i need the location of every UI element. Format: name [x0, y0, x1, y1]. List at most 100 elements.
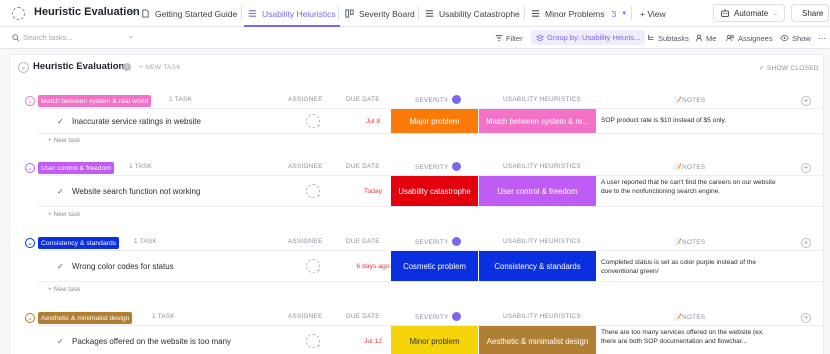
col-due-date[interactable]: DUE DATE: [346, 238, 380, 245]
new-task-button[interactable]: + NEW TASK: [139, 64, 181, 71]
dropdown-icon[interactable]: [451, 162, 461, 171]
check-icon[interactable]: ✓: [57, 337, 64, 346]
col-notes[interactable]: 📝NOTES: [674, 313, 705, 321]
task-name[interactable]: Packages offered on the website is too m…: [72, 337, 231, 346]
show-label: Show: [792, 33, 811, 43]
notes-icon: 📝: [674, 239, 683, 246]
tab-usability-catastrophe[interactable]: Usability Catastrophe: [425, 0, 520, 27]
check-icon[interactable]: ✓: [57, 187, 64, 196]
more-options-icon[interactable]: ⋯: [818, 27, 826, 49]
tab-label: Minor Problems: [545, 8, 605, 19]
notes-cell[interactable]: SOP product rate is $10 instead of $5 on…: [601, 116, 776, 125]
notes-cell[interactable]: Completed status is set as color purple …: [601, 258, 776, 276]
group-by-button[interactable]: Group by: Usability Heuris...: [531, 30, 646, 45]
col-severity[interactable]: SEVERITY: [415, 312, 461, 322]
col-usability-heuristics[interactable]: USABILITY HEURISTICS: [503, 313, 581, 320]
severity-cell[interactable]: Cosmetic problem: [391, 251, 478, 281]
more-icon[interactable]: •••: [127, 7, 135, 16]
add-task-button[interactable]: + New task: [48, 286, 80, 293]
table-row[interactable]: ✓ Inaccurate service ratings in website …: [38, 108, 825, 134]
automate-button[interactable]: Automate ⌄: [713, 4, 785, 22]
show-button[interactable]: Show: [780, 27, 811, 49]
table-row[interactable]: ✓ Website search function not working To…: [38, 175, 825, 207]
col-notes[interactable]: 📝NOTES: [674, 163, 705, 171]
col-assignee[interactable]: ASSIGNEE: [288, 238, 323, 245]
usability-heuristics-cell[interactable]: Consistency & standards: [479, 251, 596, 281]
col-severity[interactable]: SEVERITY: [415, 162, 461, 172]
collapse-group-icon[interactable]: ⌄: [25, 96, 35, 106]
task-name[interactable]: Inaccurate service ratings in website: [72, 117, 201, 126]
assignee-avatar[interactable]: [306, 259, 322, 275]
me-button[interactable]: Me: [695, 27, 716, 49]
usability-heuristics-cell[interactable]: Match between system & re...: [479, 109, 596, 133]
add-column-icon[interactable]: +: [801, 96, 811, 106]
add-column-icon[interactable]: +: [801, 163, 811, 173]
filter-button[interactable]: Filter: [495, 27, 523, 49]
tab-usability-heuristics[interactable]: Usability Heiuristics: [244, 0, 340, 27]
assignee-avatar[interactable]: [306, 114, 322, 130]
col-severity[interactable]: SEVERITY: [415, 95, 461, 105]
col-severity[interactable]: SEVERITY: [415, 237, 461, 247]
assignees-button[interactable]: Assignees: [726, 27, 773, 49]
page-title[interactable]: Heuristic Evaluation: [34, 6, 140, 18]
col-due-date[interactable]: DUE DATE: [346, 313, 380, 320]
filter-icon: [495, 35, 503, 41]
group-label[interactable]: User control & freedom: [38, 162, 114, 174]
group-count: 1 TASK: [152, 313, 175, 320]
assignee-avatar[interactable]: [306, 334, 322, 350]
table-row[interactable]: ✓ Packages offered on the website is too…: [38, 325, 825, 354]
collapse-group-icon[interactable]: ⌄: [25, 238, 35, 248]
group-label[interactable]: Match between system & real world: [38, 95, 152, 107]
task-name[interactable]: Wrong color codes for status: [72, 262, 174, 271]
check-icon: ✓: [759, 65, 765, 72]
tab-getting-started[interactable]: Getting Started Guide: [141, 0, 237, 27]
share-button[interactable]: Share: [791, 4, 829, 22]
check-icon[interactable]: ✓: [57, 117, 64, 126]
dropdown-icon[interactable]: [451, 237, 461, 246]
group-by-label: Group by: Usability Heuris...: [547, 33, 641, 42]
usability-heuristics-cell[interactable]: User control & freedom: [479, 176, 596, 206]
col-usability-heuristics[interactable]: USABILITY HEURISTICS: [503, 163, 581, 170]
col-assignee[interactable]: ASSIGNEE: [288, 313, 323, 320]
col-notes[interactable]: 📝NOTES: [674, 96, 705, 104]
add-column-icon[interactable]: +: [801, 313, 811, 323]
space-icon[interactable]: [12, 7, 25, 20]
col-usability-heuristics[interactable]: USABILITY HEURISTICS: [503, 96, 581, 103]
list-icon: [248, 10, 257, 17]
group-label[interactable]: Consistency & standards: [38, 237, 120, 249]
add-view-button[interactable]: + View: [640, 0, 666, 27]
group-label[interactable]: Aesthetic & minimalist design: [38, 312, 133, 324]
collapse-group-icon[interactable]: ⌄: [25, 313, 35, 323]
chevron-down-icon[interactable]: ⌄: [128, 32, 134, 40]
col-usability-heuristics[interactable]: USABILITY HEURISTICS: [503, 238, 581, 245]
severity-cell[interactable]: Minor problem: [391, 326, 478, 354]
severity-cell[interactable]: Usability catastrophe: [391, 176, 478, 206]
search-input[interactable]: Search tasks...: [23, 33, 123, 42]
tab-minor-problems[interactable]: Minor Problems 3 ▼: [531, 0, 627, 27]
notes-cell[interactable]: A user reported that he can't find the c…: [601, 178, 776, 196]
tab-severity-board[interactable]: Severity Board: [345, 0, 415, 27]
dropdown-icon[interactable]: [451, 95, 461, 104]
subtasks-button[interactable]: Subtasks: [647, 27, 689, 49]
add-task-button[interactable]: + New task: [48, 211, 80, 218]
col-assignee[interactable]: ASSIGNEE: [288, 163, 323, 170]
notes-cell[interactable]: There are too many services offered on t…: [601, 328, 776, 346]
chevron-down-icon[interactable]: ▼: [621, 11, 627, 17]
collapse-group-icon[interactable]: ⌄: [25, 163, 35, 173]
add-task-button[interactable]: + New task: [48, 137, 80, 144]
assignees-label: Assignees: [738, 33, 773, 43]
severity-cell[interactable]: Major problem: [391, 109, 478, 133]
col-due-date[interactable]: DUE DATE: [346, 96, 380, 103]
collapse-list-icon[interactable]: ⌄: [18, 62, 29, 73]
usability-heuristics-cell[interactable]: Aesthetic & minimalist design: [479, 326, 596, 354]
table-row[interactable]: ✓ Wrong color codes for status 6 days ag…: [38, 250, 825, 282]
col-due-date[interactable]: DUE DATE: [346, 163, 380, 170]
col-notes[interactable]: 📝NOTES: [674, 238, 705, 246]
add-column-icon[interactable]: +: [801, 238, 811, 248]
task-name[interactable]: Website search function not working: [72, 187, 200, 196]
dropdown-icon[interactable]: [451, 312, 461, 321]
show-closed-button[interactable]: ✓ SHOW CLOSED: [759, 64, 819, 72]
check-icon[interactable]: ✓: [57, 262, 64, 271]
col-assignee[interactable]: ASSIGNEE: [288, 96, 323, 103]
assignee-avatar[interactable]: [306, 184, 322, 200]
